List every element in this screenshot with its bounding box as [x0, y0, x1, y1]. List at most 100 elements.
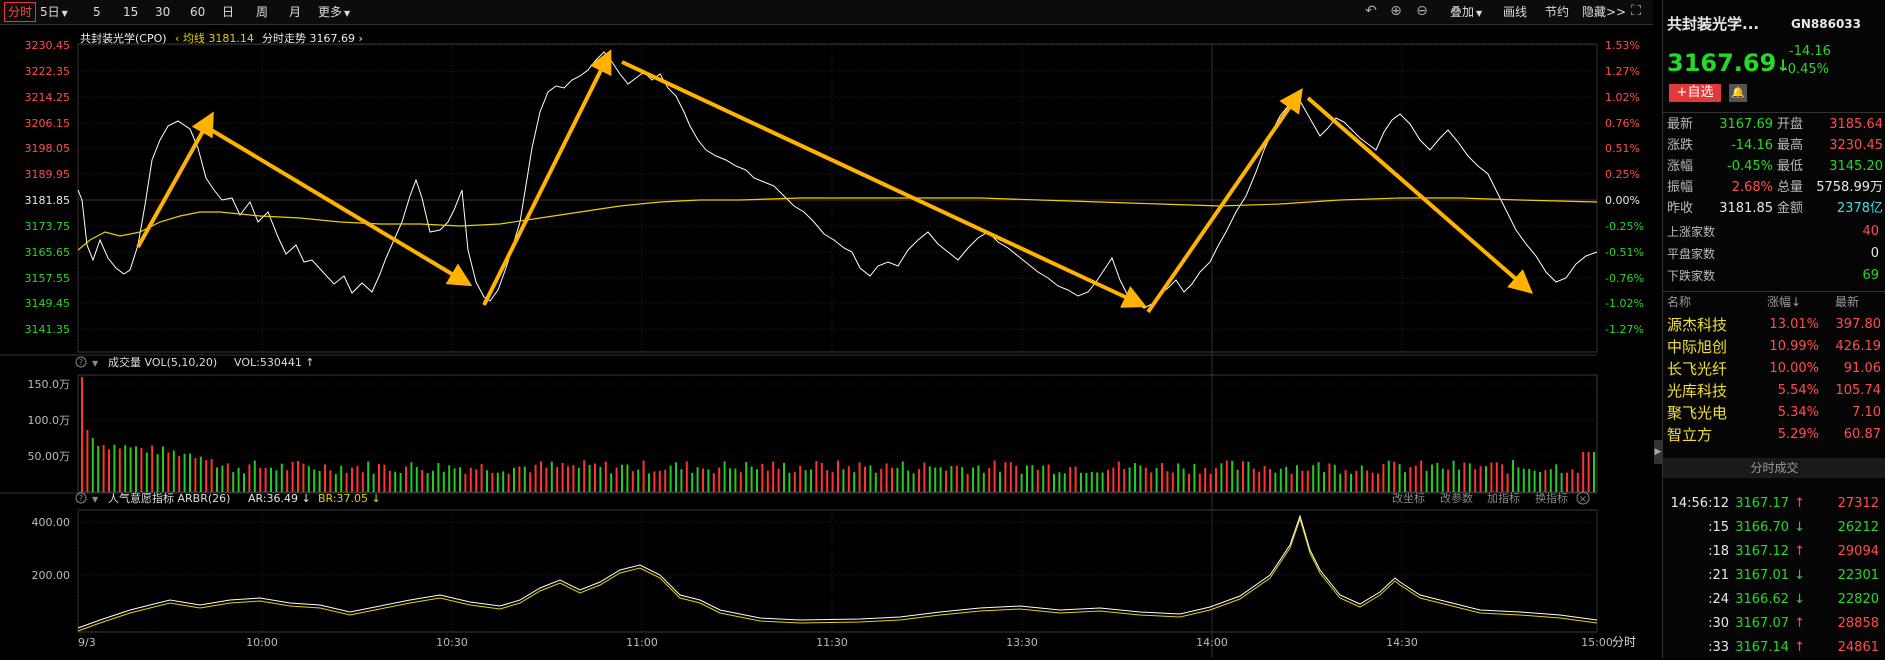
- list-item[interactable]: 源杰科技 13.01% 397.80: [1663, 314, 1885, 336]
- volume-bar: [415, 467, 418, 492]
- tab-3[interactable]: 15: [123, 4, 138, 20]
- volume-bar: [588, 464, 591, 492]
- volume-bar: [502, 471, 505, 492]
- stock-pct: 13.01%: [1769, 317, 1819, 332]
- volume-bar: [1468, 463, 1471, 492]
- indicator-button-2[interactable]: 加指标: [1487, 491, 1520, 505]
- volume-bar: [1333, 464, 1336, 492]
- intraday-chart[interactable]: 3230.45 1.53% 3222.35 1.27% 3214.25 1.02% 3206…: [0, 25, 1653, 658]
- tick-volume: 29094: [1837, 544, 1879, 559]
- volume-bar: [1447, 469, 1450, 492]
- price-line: [77, 51, 1598, 309]
- volume-bar: [156, 454, 159, 492]
- x-axis-label: 13:30: [1006, 636, 1038, 649]
- stock-name: 中际旭创: [1667, 338, 1728, 356]
- zoom-in-icon[interactable]: ⊕: [1388, 3, 1404, 19]
- volume-bar: [1285, 466, 1288, 492]
- volume-bar: [1042, 465, 1045, 492]
- volume-bar: [1123, 468, 1126, 492]
- y-right-label: -0.51%: [1605, 246, 1644, 259]
- volume-bar: [1177, 463, 1180, 492]
- volume-bar: [1047, 464, 1050, 492]
- alert-bell-icon[interactable]: 🔔: [1729, 84, 1747, 102]
- tick-row: 14:56:12 3167.17 ↑ 27312: [1663, 494, 1885, 516]
- volume-bar: [594, 463, 596, 492]
- volume-bar: [912, 473, 915, 492]
- volume-bar: [1533, 470, 1536, 492]
- stock-name: 聚飞光电: [1667, 404, 1728, 422]
- volume-bar: [1339, 473, 1342, 492]
- list-header-0[interactable]: 名称: [1667, 292, 1691, 312]
- quote-label: 涨跌: [1667, 138, 1694, 153]
- volume-bar: [739, 472, 742, 492]
- volume-bar: [523, 466, 526, 492]
- tick-time: 14:56:12: [1670, 496, 1729, 511]
- up-arrow-icon: ↑: [1794, 616, 1805, 631]
- price-line-legend: 分时走势 3167.69 ›: [262, 32, 363, 45]
- volume-bar: [1036, 469, 1039, 492]
- tab-2[interactable]: 5: [93, 4, 101, 20]
- volume-bar: [1150, 472, 1153, 492]
- tab-0[interactable]: 分时: [4, 2, 37, 22]
- volume-bar: [275, 470, 278, 492]
- list-item[interactable]: 长飞光纤 10.00% 91.06: [1663, 358, 1885, 380]
- panel-collapse-handle[interactable]: ▶: [1654, 440, 1662, 464]
- list-item[interactable]: 光库科技 5.54% 105.74: [1663, 380, 1885, 402]
- tab-6[interactable]: 日: [222, 4, 234, 20]
- tab-8[interactable]: 月: [289, 4, 301, 20]
- breadth-value: 40: [1862, 224, 1879, 239]
- y-right-label: -0.25%: [1605, 220, 1644, 233]
- list-header-2[interactable]: 最新: [1835, 292, 1859, 312]
- zoom-out-icon[interactable]: ⊖: [1414, 3, 1430, 19]
- volume-bar: [264, 467, 267, 492]
- volume-bar: [1544, 470, 1547, 492]
- main-chart-title: 共封装光学(CPO): [80, 31, 167, 45]
- volume-bar: [480, 463, 483, 492]
- tab-1[interactable]: 5日 ▼: [40, 4, 68, 20]
- save-mode-button[interactable]: 节约: [1545, 4, 1569, 20]
- volume-bar: [1344, 469, 1347, 492]
- list-item[interactable]: 智立方 5.29% 60.87: [1663, 424, 1885, 446]
- volume-bar: [1252, 468, 1255, 492]
- stock-name: 光库科技: [1667, 382, 1728, 400]
- indicator-button-1[interactable]: 改参数: [1440, 491, 1473, 505]
- volume-bar: [86, 430, 89, 492]
- volume-bar: [977, 465, 980, 492]
- volume-bar: [540, 461, 542, 492]
- list-item[interactable]: 聚飞光电 5.34% 7.10: [1663, 402, 1885, 424]
- volume-bar: [1490, 462, 1493, 492]
- volume-bar: [1080, 472, 1082, 492]
- tab-4[interactable]: 30: [155, 4, 170, 20]
- period-toolbar: 分时 5日 ▼ 5 15 30 60 日周月更多 ▼ ↶ ⊕ ⊖ 叠加 ▼ 画线 节约 隐藏>> …: [0, 0, 1653, 25]
- breadth-value: 69: [1862, 268, 1879, 283]
- draw-line-button[interactable]: 画线: [1503, 4, 1527, 20]
- overlay-menu[interactable]: 叠加 ▼: [1450, 4, 1482, 20]
- volume-bar: [1290, 473, 1293, 492]
- tab-9[interactable]: 更多 ▼: [318, 4, 350, 20]
- undo-icon[interactable]: ↶: [1363, 3, 1379, 19]
- volume-bar: [1236, 469, 1239, 492]
- tick-price: 3167.12: [1735, 544, 1789, 559]
- help-icon-glyph: ?: [79, 358, 83, 367]
- volume-bar: [939, 467, 942, 492]
- list-header-1[interactable]: 涨幅↓: [1767, 292, 1801, 312]
- tab-7[interactable]: 周: [256, 4, 268, 20]
- volume-bar: [113, 444, 116, 492]
- fullscreen-icon[interactable]: ⛶: [1628, 3, 1644, 19]
- volume-bar: [680, 469, 683, 492]
- volume-bar: [567, 466, 569, 492]
- tab-5[interactable]: 60: [190, 4, 205, 20]
- list-item[interactable]: 中际旭创 10.99% 426.19: [1663, 336, 1885, 358]
- stock-price: 397.80: [1835, 317, 1882, 332]
- hide-panel-button[interactable]: 隐藏>>: [1582, 4, 1626, 20]
- indicator-button-0[interactable]: 改坐标: [1392, 491, 1425, 505]
- tick-price: 3167.07: [1735, 616, 1789, 631]
- stock-pct: 5.54%: [1777, 383, 1819, 398]
- volume-bar: [221, 465, 224, 492]
- volume-bar: [108, 449, 110, 492]
- indicator-button-3[interactable]: 换指标: [1535, 491, 1568, 505]
- add-watchlist-button[interactable]: +自选: [1669, 84, 1721, 102]
- volume-bar: [864, 466, 866, 492]
- volume-bar: [124, 445, 127, 492]
- volume-bar: [858, 462, 861, 492]
